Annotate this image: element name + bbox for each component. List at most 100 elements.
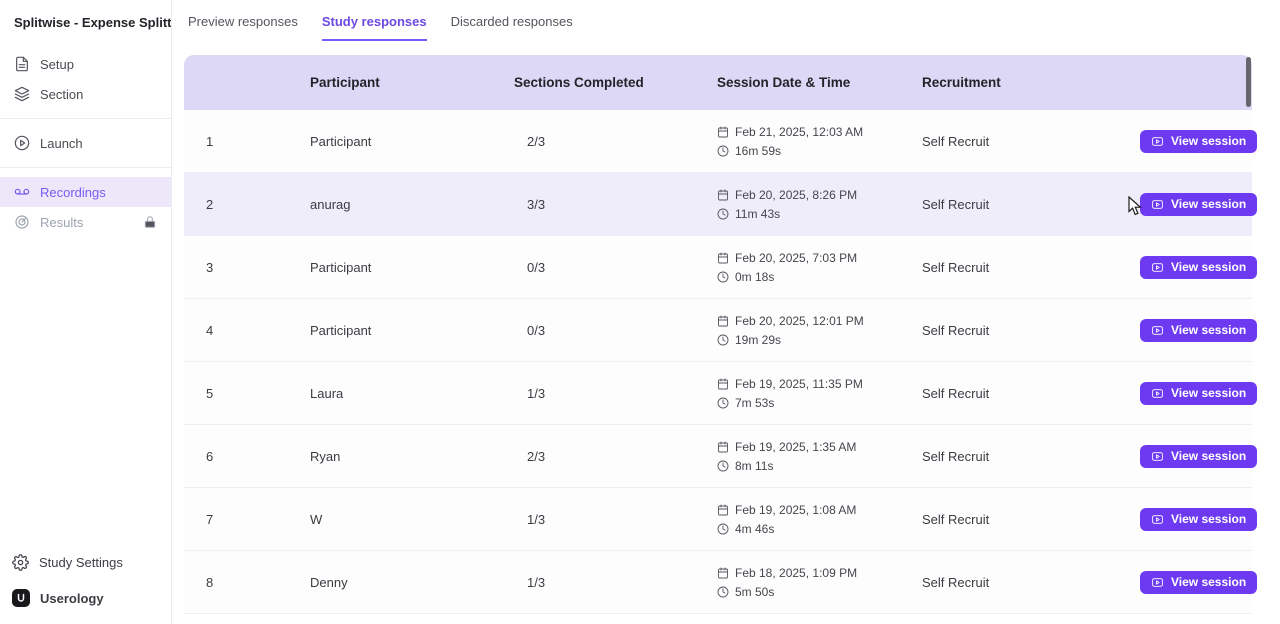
table-row[interactable]: 6 Ryan 2/3 Feb 19, 2025, 1:35 AM 8m 11s … <box>184 425 1252 488</box>
recruitment-type: Self Recruit <box>922 575 1140 590</box>
calendar-icon <box>717 504 729 516</box>
session-date: Feb 19, 2025, 1:08 AM <box>735 503 856 517</box>
video-play-icon <box>1151 198 1164 211</box>
sidebar-item-results[interactable]: Results <box>0 207 171 237</box>
layers-icon <box>14 86 30 102</box>
table-row[interactable]: 2 anurag 3/3 Feb 20, 2025, 8:26 PM 11m 4… <box>184 173 1252 236</box>
row-index: 6 <box>184 449 310 464</box>
recruitment-type: Self Recruit <box>922 449 1140 464</box>
clock-icon <box>717 208 729 220</box>
view-session-label: View session <box>1171 197 1246 211</box>
recruitment-type: Self Recruit <box>922 512 1140 527</box>
calendar-icon <box>717 567 729 579</box>
participant-name: Ryan <box>310 449 514 464</box>
participant-name: Denny <box>310 575 514 590</box>
recruitment-type: Self Recruit <box>922 197 1140 212</box>
video-play-icon <box>1151 135 1164 148</box>
view-session-button[interactable]: View session <box>1140 382 1257 405</box>
table-body: 1 Participant 2/3 Feb 21, 2025, 12:03 AM… <box>184 110 1252 614</box>
table-row[interactable]: 3 Participant 0/3 Feb 20, 2025, 7:03 PM … <box>184 236 1252 299</box>
video-play-icon <box>1151 576 1164 589</box>
tab-study-responses[interactable]: Study responses <box>322 14 427 41</box>
session-duration: 4m 46s <box>735 522 774 536</box>
sections-completed: 1/3 <box>514 512 717 527</box>
row-index: 1 <box>184 134 310 149</box>
session-date-time: Feb 20, 2025, 7:03 PM 0m 18s <box>717 251 922 284</box>
session-date: Feb 18, 2025, 1:09 PM <box>735 566 857 580</box>
header-participant: Participant <box>310 75 514 90</box>
session-duration: 8m 11s <box>735 459 773 473</box>
sidebar-item-label: Recordings <box>40 185 106 200</box>
sections-completed: 2/3 <box>514 134 717 149</box>
session-date: Feb 20, 2025, 12:01 PM <box>735 314 864 328</box>
brand-label: Userology <box>40 591 104 606</box>
video-play-icon <box>1151 261 1164 274</box>
row-index: 3 <box>184 260 310 275</box>
session-date-time: Feb 20, 2025, 8:26 PM 11m 43s <box>717 188 922 221</box>
session-date-time: Feb 21, 2025, 12:03 AM 16m 59s <box>717 125 922 158</box>
calendar-icon <box>717 126 729 138</box>
row-index: 8 <box>184 575 310 590</box>
session-date-time: Feb 19, 2025, 11:35 PM 7m 53s <box>717 377 922 410</box>
sections-completed: 1/3 <box>514 575 717 590</box>
session-duration: 11m 43s <box>735 207 780 221</box>
recruitment-type: Self Recruit <box>922 323 1140 338</box>
sidebar-item-study-settings[interactable]: Study Settings <box>0 544 171 580</box>
view-session-button[interactable]: View session <box>1140 319 1257 342</box>
sections-completed: 1/3 <box>514 386 717 401</box>
participant-name: W <box>310 512 514 527</box>
session-duration: 5m 50s <box>735 585 774 599</box>
table-row[interactable]: 4 Participant 0/3 Feb 20, 2025, 12:01 PM… <box>184 299 1252 362</box>
sidebar-item-label: Results <box>40 215 83 230</box>
sidebar-divider <box>0 118 171 119</box>
session-date: Feb 21, 2025, 12:03 AM <box>735 125 863 139</box>
clock-icon <box>717 145 729 157</box>
session-duration: 19m 29s <box>735 333 781 347</box>
gear-icon <box>12 554 29 571</box>
participant-name: Participant <box>310 260 514 275</box>
session-date: Feb 19, 2025, 11:35 PM <box>735 377 863 391</box>
participant-name: anurag <box>310 197 514 212</box>
session-date: Feb 20, 2025, 7:03 PM <box>735 251 857 265</box>
lock-icon <box>143 215 157 229</box>
sidebar-item-label: Launch <box>40 136 83 151</box>
participant-name: Laura <box>310 386 514 401</box>
table-row[interactable]: 7 W 1/3 Feb 19, 2025, 1:08 AM 4m 46s Sel… <box>184 488 1252 551</box>
clock-icon <box>717 523 729 535</box>
calendar-icon <box>717 315 729 327</box>
view-session-label: View session <box>1171 449 1246 463</box>
session-date-time: Feb 19, 2025, 1:08 AM 4m 46s <box>717 503 922 536</box>
tab-bar: Preview responses Study responses Discar… <box>172 0 1280 41</box>
sections-completed: 0/3 <box>514 260 717 275</box>
view-session-button[interactable]: View session <box>1140 571 1257 594</box>
view-session-button[interactable]: View session <box>1140 256 1257 279</box>
sidebar-item-section[interactable]: Section <box>0 79 171 109</box>
sidebar-item-setup[interactable]: Setup <box>0 49 171 79</box>
view-session-button[interactable]: View session <box>1140 445 1257 468</box>
tab-preview-responses[interactable]: Preview responses <box>188 14 298 41</box>
table-row[interactable]: 5 Laura 1/3 Feb 19, 2025, 11:35 PM 7m 53… <box>184 362 1252 425</box>
session-date: Feb 19, 2025, 1:35 AM <box>735 440 856 454</box>
view-session-label: View session <box>1171 134 1246 148</box>
table-row[interactable]: 1 Participant 2/3 Feb 21, 2025, 12:03 AM… <box>184 110 1252 173</box>
sidebar: Splitwise - Expense Splittin... Setup Se… <box>0 0 172 624</box>
sidebar-item-recordings[interactable]: Recordings <box>0 177 171 207</box>
sections-completed: 2/3 <box>514 449 717 464</box>
userology-logo <box>12 589 30 607</box>
vertical-scrollbar-thumb[interactable] <box>1246 57 1251 107</box>
view-session-label: View session <box>1171 323 1246 337</box>
sidebar-item-userology[interactable]: Userology <box>0 580 171 616</box>
view-session-button[interactable]: View session <box>1140 508 1257 531</box>
sidebar-item-launch[interactable]: Launch <box>0 128 171 158</box>
play-circle-icon <box>14 135 30 151</box>
table-row[interactable]: 8 Denny 1/3 Feb 18, 2025, 1:09 PM 5m 50s… <box>184 551 1252 614</box>
main-content: Preview responses Study responses Discar… <box>172 0 1280 624</box>
tab-discarded-responses[interactable]: Discarded responses <box>451 14 573 41</box>
view-session-button[interactable]: View session <box>1140 193 1257 216</box>
row-index: 5 <box>184 386 310 401</box>
calendar-icon <box>717 189 729 201</box>
session-date: Feb 20, 2025, 8:26 PM <box>735 188 857 202</box>
video-play-icon <box>1151 387 1164 400</box>
view-session-button[interactable]: View session <box>1140 130 1257 153</box>
session-duration: 7m 53s <box>735 396 774 410</box>
